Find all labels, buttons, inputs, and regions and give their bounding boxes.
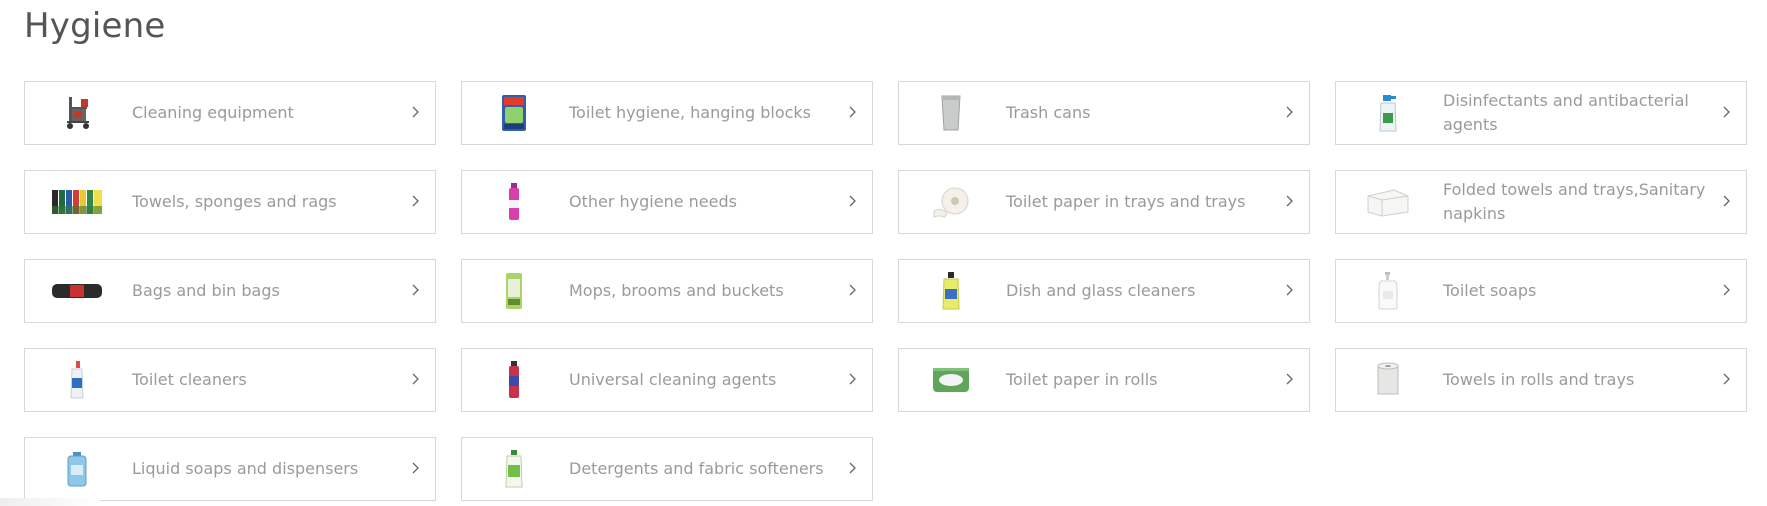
- cleaning-cart-icon: [47, 91, 107, 135]
- chevron-right-icon: [412, 195, 419, 207]
- category-card-folded-towels[interactable]: Folded towels and trays,Sanitary napkins: [1335, 170, 1747, 234]
- category-label: Toilet paper in trays and trays: [1006, 192, 1246, 211]
- chevron-right-icon: [412, 462, 419, 474]
- sponges-icon: [47, 180, 107, 224]
- bin-bags-roll-icon: [47, 269, 107, 313]
- paper-towel-roll-icon: [1358, 358, 1418, 402]
- category-label: Toilet cleaners: [132, 370, 247, 389]
- category-label: Detergents and fabric softeners: [569, 459, 824, 478]
- chevron-right-icon: [412, 284, 419, 296]
- category-label: Liquid soaps and dispensers: [132, 459, 359, 478]
- category-card-bags[interactable]: Bags and bin bags: [24, 259, 436, 323]
- trash-can-icon: [921, 91, 981, 135]
- dish-cleaner-bottle-icon: [921, 269, 981, 313]
- category-grid: Cleaning equipment Toilet hygiene, hangi…: [24, 81, 1747, 501]
- category-card-universal-cleaning[interactable]: Universal cleaning agents: [461, 348, 873, 412]
- category-card-toilet-hygiene[interactable]: Toilet hygiene, hanging blocks: [461, 81, 873, 145]
- category-card-towels-rolls[interactable]: Towels in rolls and trays: [1335, 348, 1747, 412]
- category-card-toilet-soaps[interactable]: Toilet soaps: [1335, 259, 1747, 323]
- category-label: Toilet hygiene, hanging blocks: [569, 103, 812, 122]
- category-label: Bags and bin bags: [132, 281, 280, 300]
- jumbo-toilet-roll-icon: [921, 180, 981, 224]
- category-label: Folded towels and trays,Sanitary napkins: [1443, 180, 1706, 223]
- scroll-shadow: [0, 498, 100, 506]
- category-label: Disinfectants and antibacterial agents: [1443, 91, 1689, 134]
- detergent-bottle-icon: [484, 447, 544, 491]
- category-card-towels-sponges[interactable]: Towels, sponges and rags: [24, 170, 436, 234]
- category-label: Other hygiene needs: [569, 192, 737, 211]
- soap-pump-icon: [1358, 269, 1418, 313]
- category-label: Dish and glass cleaners: [1006, 281, 1196, 300]
- chevron-right-icon: [849, 284, 856, 296]
- category-card-toilet-paper-trays[interactable]: Toilet paper in trays and trays: [898, 170, 1310, 234]
- chevron-right-icon: [849, 462, 856, 474]
- disinfectant-spray-icon: [1358, 91, 1418, 135]
- chevron-right-icon: [1723, 373, 1730, 385]
- category-card-dish-glass[interactable]: Dish and glass cleaners: [898, 259, 1310, 323]
- category-card-detergents[interactable]: Detergents and fabric softeners: [461, 437, 873, 501]
- category-label: Towels, sponges and rags: [132, 192, 337, 211]
- category-label: Towels in rolls and trays: [1443, 370, 1635, 389]
- category-card-cleaning-equipment[interactable]: Cleaning equipment: [24, 81, 436, 145]
- folded-towels-icon: [1358, 180, 1418, 224]
- toilet-block-pack-icon: [484, 91, 544, 135]
- category-label: Mops, brooms and buckets: [569, 281, 784, 300]
- toilet-paper-pack-icon: [921, 358, 981, 402]
- category-label: Toilet soaps: [1443, 281, 1537, 300]
- toilet-cleaner-bottle-icon: [47, 358, 107, 402]
- chevron-right-icon: [1286, 284, 1293, 296]
- chevron-right-icon: [849, 106, 856, 118]
- chevron-right-icon: [849, 373, 856, 385]
- aerosol-can-icon: [484, 180, 544, 224]
- cleaning-spray-can-icon: [484, 358, 544, 402]
- chevron-right-icon: [1723, 106, 1730, 118]
- chevron-right-icon: [1723, 284, 1730, 296]
- category-card-mops[interactable]: Mops, brooms and buckets: [461, 259, 873, 323]
- category-label: Toilet paper in rolls: [1006, 370, 1158, 389]
- chevron-right-icon: [412, 106, 419, 118]
- chevron-right-icon: [412, 373, 419, 385]
- chevron-right-icon: [849, 195, 856, 207]
- mop-pack-icon: [484, 269, 544, 313]
- category-label: Universal cleaning agents: [569, 370, 777, 389]
- category-card-disinfectants[interactable]: Disinfectants and antibacterial agents: [1335, 81, 1747, 145]
- category-card-other-hygiene[interactable]: Other hygiene needs: [461, 170, 873, 234]
- category-label: Cleaning equipment: [132, 103, 294, 122]
- category-card-trash-cans[interactable]: Trash cans: [898, 81, 1310, 145]
- page-title: Hygiene: [24, 6, 166, 46]
- category-card-toilet-paper-rolls[interactable]: Toilet paper in rolls: [898, 348, 1310, 412]
- chevron-right-icon: [1286, 106, 1293, 118]
- liquid-soap-canister-icon: [47, 447, 107, 491]
- chevron-right-icon: [1723, 195, 1730, 207]
- chevron-right-icon: [1286, 373, 1293, 385]
- category-card-toilet-cleaners[interactable]: Toilet cleaners: [24, 348, 436, 412]
- chevron-right-icon: [1286, 195, 1293, 207]
- category-label: Trash cans: [1006, 103, 1091, 122]
- category-card-liquid-soaps[interactable]: Liquid soaps and dispensers: [24, 437, 436, 501]
